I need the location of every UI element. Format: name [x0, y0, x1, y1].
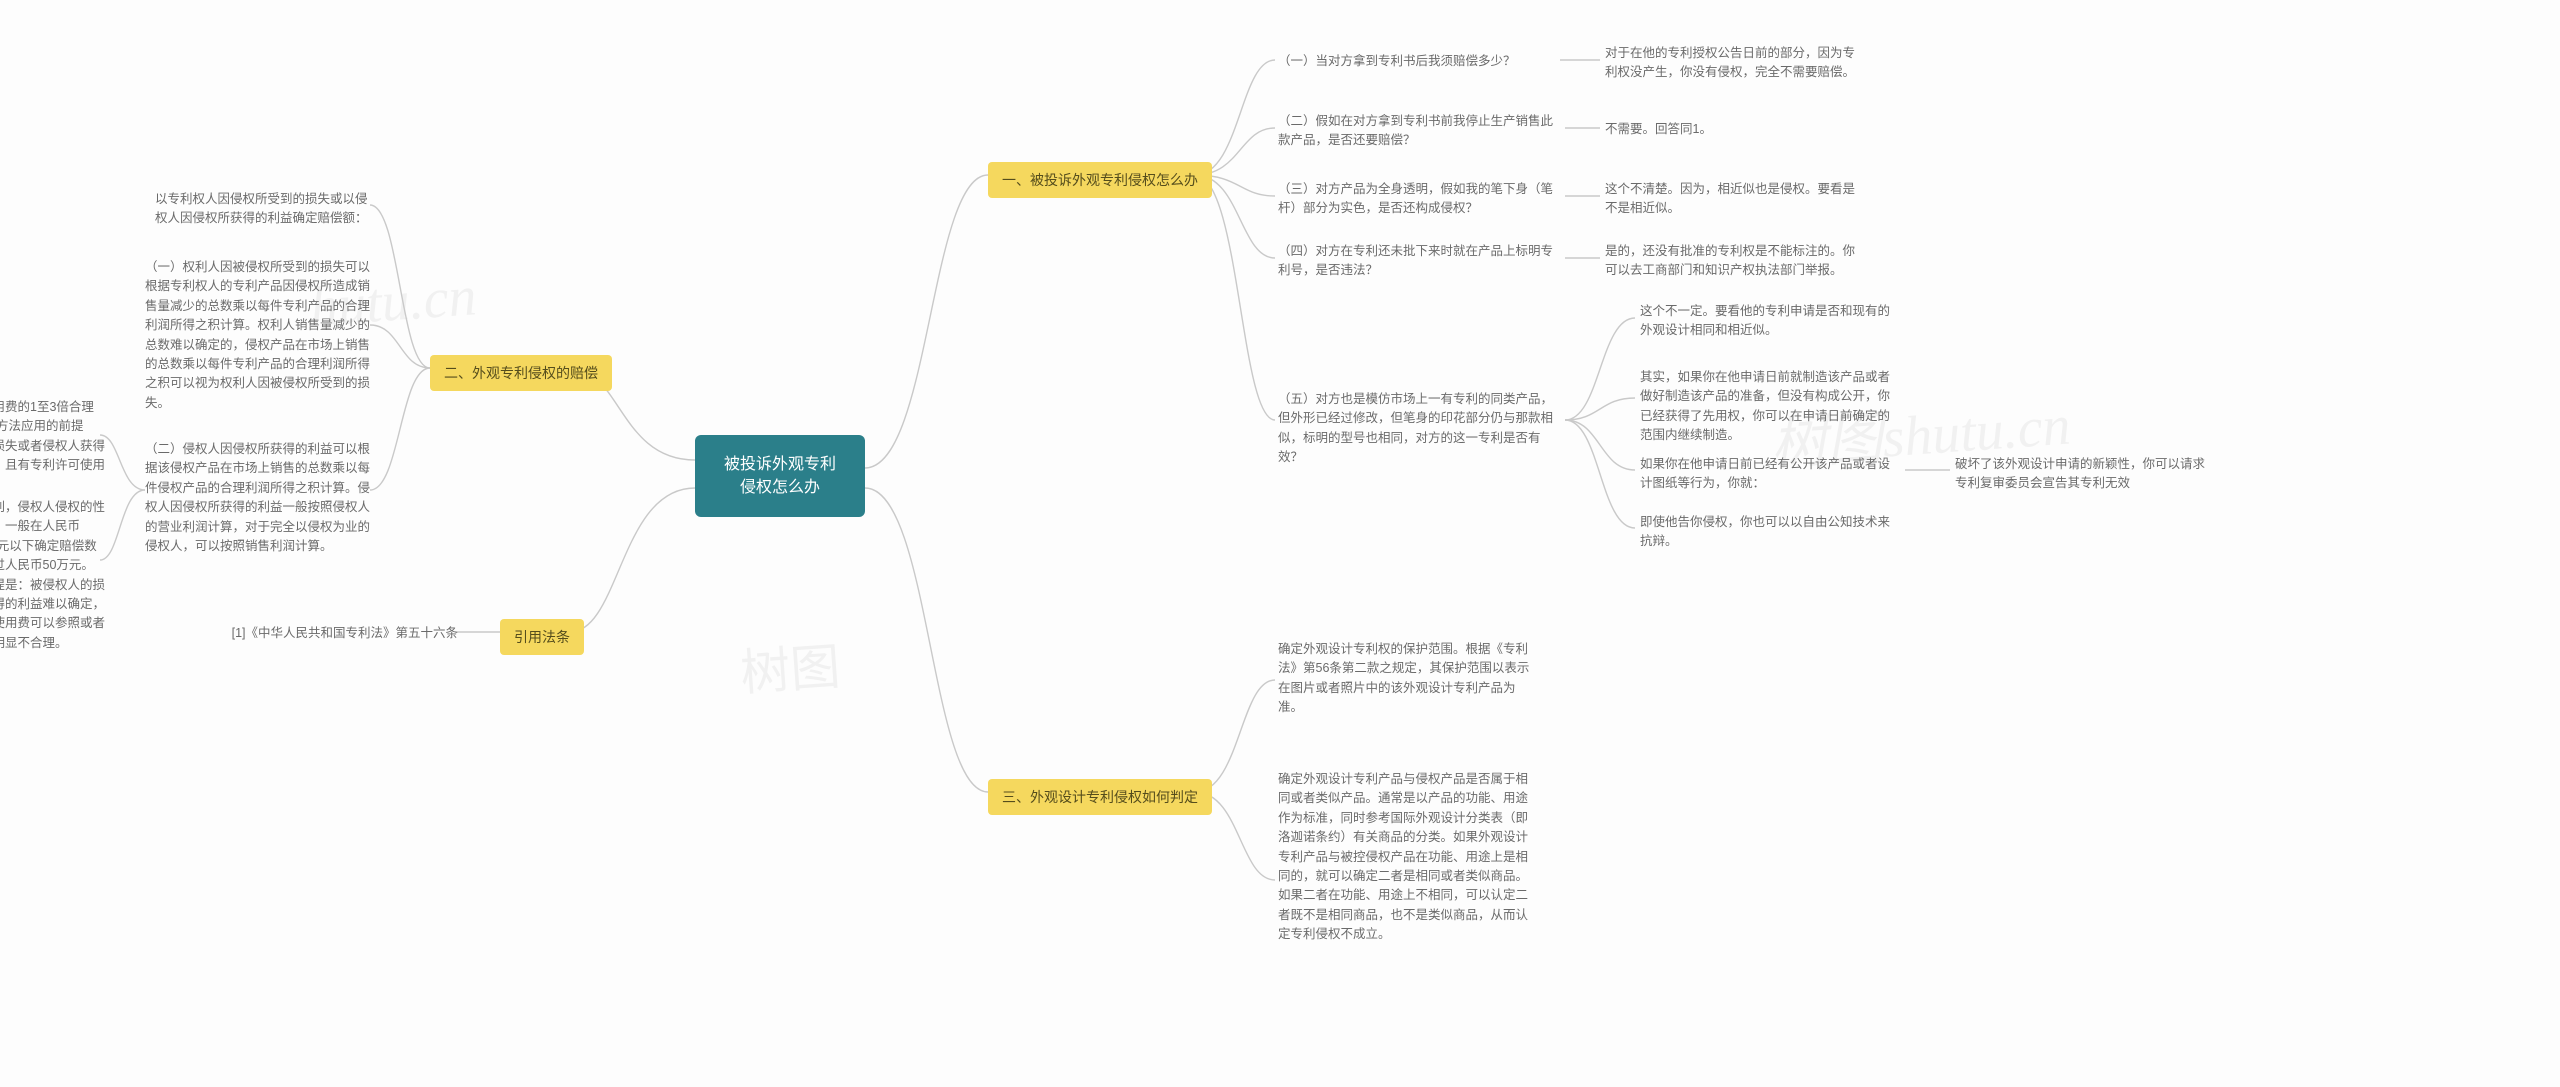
branch-3-label: 三、外观设计专利侵权如何判定 [1002, 789, 1198, 805]
branch-2[interactable]: 二、外观专利侵权的赔偿 [430, 355, 612, 391]
branch-1[interactable]: 一、被投诉外观专利侵权怎么办 [988, 162, 1212, 198]
b2-intro: 以专利权人因侵权所受到的损失或以侵权人因侵权所获得的利益确定赔偿额： [155, 190, 370, 229]
b1-a3: 这个不清楚。因为，相近似也是侵权。要看是不是相近似。 [1605, 180, 1860, 219]
branch-3[interactable]: 三、外观设计专利侵权如何判定 [988, 779, 1212, 815]
b1-q4: （四）对方在专利还未批下来时就在产品上标明专利号，是否违法？ [1278, 242, 1558, 281]
b4-item1: [1]《中华人民共和国专利法》第五十六条 [223, 624, 458, 643]
b1-a5c: 如果你在他申请日前已经有公开该产品或者设计图纸等行为，你就： [1640, 455, 1895, 494]
b2-item2-sub1: 参照专利许可使用费的1至3倍合理确定赔偿数额;该方法应用的前提是：被侵权人的损失… [0, 398, 105, 495]
root-node[interactable]: 被投诉外观专利侵权怎么办 [695, 435, 865, 517]
b3-item2: 确定外观设计专利产品与侵权产品是否属于相同或者类似产品。通常是以产品的功能、用途… [1278, 770, 1535, 944]
b1-a5a: 这个不一定。要看他的专利申请是否和现有的外观设计相同和相近似。 [1640, 302, 1895, 341]
b1-q5: （五）对方也是模仿市场上一有专利的同类产品，但外形已经过修改，但笔身的印花部分仍… [1278, 390, 1558, 468]
branch-1-label: 一、被投诉外观专利侵权怎么办 [1002, 172, 1198, 188]
watermark-center: 树图 [738, 627, 843, 706]
b2-item2: （二）侵权人因侵权所获得的利益可以根据该侵权产品在市场上销售的总数乘以每件侵权产… [145, 440, 370, 556]
branch-4[interactable]: 引用法条 [500, 619, 584, 655]
branch-4-label: 引用法条 [514, 629, 570, 645]
b1-q2: （二）假如在对方拿到专利书前我停止生产销售此款产品，是否还要赔偿？ [1278, 112, 1558, 151]
b2-item1: （一）权利人因被侵权所受到的损失可以根据专利权人的专利产品因侵权所造成销售量减少… [145, 258, 370, 413]
branch-2-label: 二、外观专利侵权的赔偿 [444, 365, 598, 381]
b1-a5b: 其实，如果你在他申请日前就制造该产品或者做好制造该产品的准备，但没有构成公开，你… [1640, 368, 1895, 446]
b1-a5c-sub: 破坏了该外观设计申请的新颖性，你可以请求专利复审委员会宣告其专利无效 [1955, 455, 2210, 494]
b1-a5d: 即使他告你侵权，你也可以以自由公知技术来抗辩。 [1640, 513, 1895, 552]
b1-a4: 是的，还没有批准的专利权是不能标注的。你可以去工商部门和知识产权执法部门举报。 [1605, 242, 1860, 281]
b1-q3: （三）对方产品为全身透明，假如我的笔下身（笔杆）部分为实色，是否还构成侵权？ [1278, 180, 1558, 219]
b1-q1: （一）当对方拿到专利书后我须赔偿多少？ [1278, 52, 1558, 71]
root-label: 被投诉外观专利侵权怎么办 [724, 456, 836, 496]
b1-a2: 不需要。回答同1。 [1605, 120, 1805, 139]
b3-item1: 确定外观设计专利权的保护范围。根据《专利法》第56条第二款之规定，其保护范围以表… [1278, 640, 1535, 718]
b2-item2-sub2: 根据专利权的类别，侵权人侵权的性质和情节等因素，一般在人民币5000元以上30万… [0, 498, 105, 653]
b1-a1: 对于在他的专利授权公告日前的部分，因为专利权没产生，你没有侵权，完全不需要赔偿。 [1605, 44, 1860, 83]
